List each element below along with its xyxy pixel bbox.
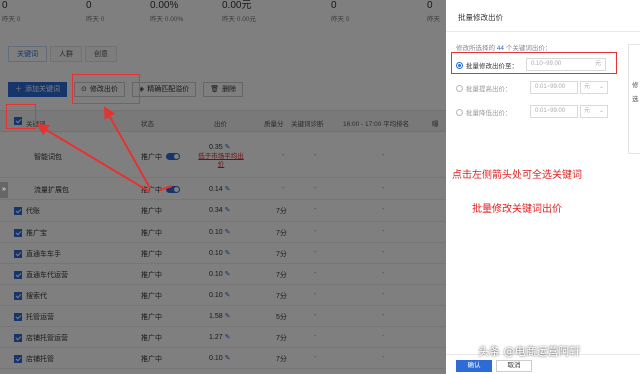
desc-suffix: 个关键词出价： (505, 45, 552, 52)
option-label: 批量提高出价： (466, 86, 512, 93)
lower-unit-select[interactable]: 元 ⌄ (580, 105, 608, 118)
cancel-button[interactable]: 取消 (496, 360, 532, 372)
drawer-description: 修改所选择的 44 个关键词出价： (456, 42, 551, 52)
annotation-note-select-all: 点击左侧箭头处可全选关键词 (452, 170, 582, 181)
confirm-button[interactable]: 确认 (456, 360, 492, 372)
side-panel-edge: 修 选 (628, 44, 640, 154)
expand-handle[interactable]: » (0, 182, 8, 198)
option-label: 批量降低出价： (466, 110, 512, 117)
raise-unit-select[interactable]: 元 ⌄ (580, 81, 608, 94)
annotation-box-set-bid (451, 52, 617, 74)
desc-prefix: 修改所选择的 (456, 45, 495, 52)
side-panel-text: 选 (632, 96, 639, 103)
bulk-bid-drawer: 批量修改出价 修改所选择的 44 个关键词出价： 批量修改出价至： 0.10~9… (446, 0, 640, 374)
annotation-box-modify (72, 74, 140, 104)
campaign-page: 0昨天 0 0昨天 0 0.00%昨天 0.00% 0.00元昨天 0.00元 … (0, 0, 446, 374)
watermark: 头条 @电商运营阿轩 (478, 345, 581, 358)
option-raise-bid[interactable]: 批量提高出价： (456, 81, 512, 95)
drawer-header: 批量修改出价 (446, 0, 640, 32)
radio-lower-bid[interactable] (456, 108, 463, 116)
selected-count: 44 (496, 45, 505, 52)
annotation-box-select-all (6, 104, 36, 129)
option-lower-bid[interactable]: 批量降低出价： (456, 105, 512, 119)
modal-overlay[interactable] (0, 0, 446, 374)
side-panel-text: 修 (632, 82, 639, 89)
lower-bid-input[interactable]: 0.01~99.00 (530, 105, 578, 118)
lower-bid-placeholder: 0.01~99.00 (535, 108, 566, 114)
lower-unit: 元 (584, 108, 591, 114)
raise-bid-placeholder: 0.01~99.00 (535, 84, 566, 90)
raise-bid-input[interactable]: 0.01~99.00 (530, 81, 578, 94)
radio-raise-bid[interactable] (456, 84, 463, 92)
chevron-down-icon: ⌄ (598, 108, 604, 114)
drawer-title: 批量修改出价 (458, 13, 503, 22)
raise-unit: 元 (584, 84, 591, 90)
annotation-note-bulk-bid: 批量修改关键词出价 (472, 204, 562, 215)
chevron-down-icon: ⌄ (598, 84, 604, 90)
